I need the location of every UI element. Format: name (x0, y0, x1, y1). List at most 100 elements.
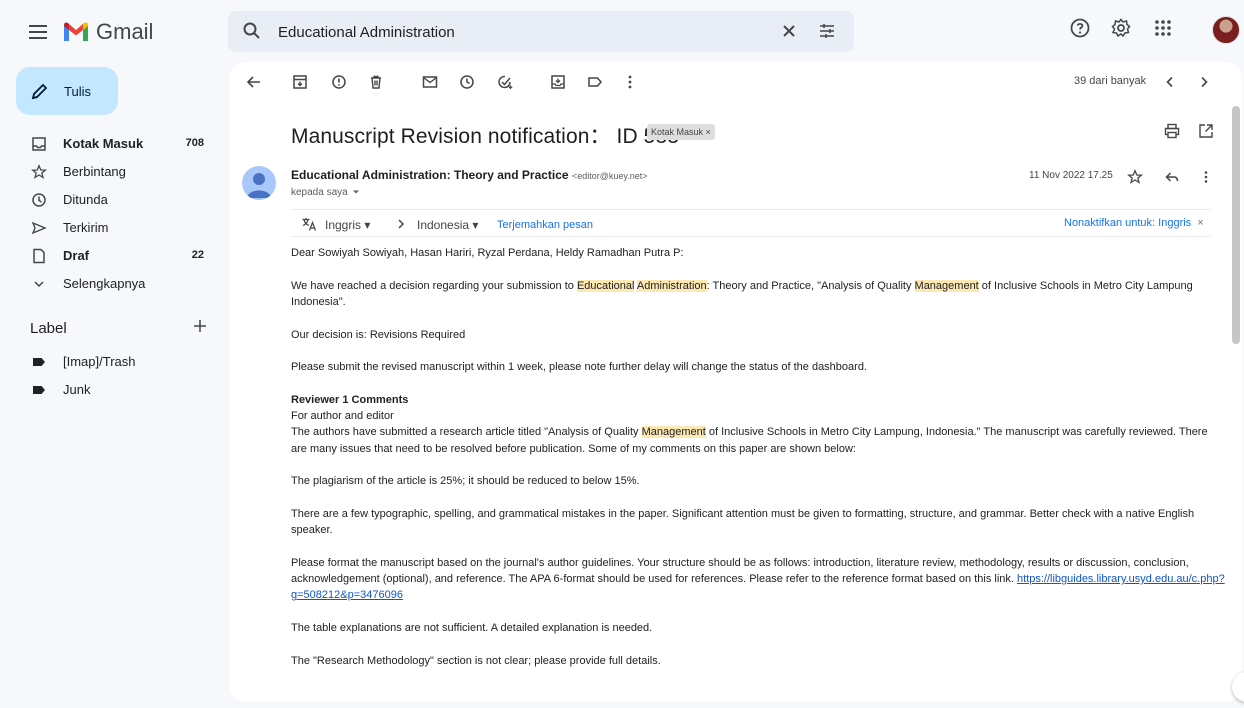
email-date: 11 Nov 2022 17.25 (1029, 170, 1113, 181)
close-icon[interactable]: × (1197, 217, 1203, 229)
pagination-text: 39 dari banyak (1074, 75, 1147, 87)
app-name: Gmail (96, 19, 154, 44)
method-comment: The "Research Methodology" section is no… (291, 654, 661, 667)
submit-text: Please submit the revised manuscript wit… (291, 361, 867, 374)
add-label-icon[interactable] (192, 318, 208, 334)
disable-translation-link[interactable]: Nonaktifkan untuk: Inggris × (1064, 217, 1204, 229)
sender-name: Educational Administration: Theory and P… (291, 168, 569, 182)
clock-icon (31, 192, 47, 208)
label-item-junk[interactable]: Junk (0, 376, 220, 404)
sidebar-item-starred[interactable]: Berbintang (0, 158, 220, 186)
draft-icon (31, 248, 47, 264)
sidebar-item-inbox[interactable]: Kotak Masuk 708 (0, 130, 220, 158)
for-author-text: For author and editor (291, 410, 394, 423)
greeting: Dear Sowiyah Sowiyah, Hasan Hariri, Ryza… (291, 247, 684, 259)
labels-heading: Label (30, 320, 67, 337)
back-arrow-icon[interactable] (245, 73, 263, 91)
scrollbar-thumb[interactable] (1232, 106, 1240, 344)
target-language: Indonesia (417, 218, 470, 232)
sidebar-item-label: Terkirim (63, 220, 109, 235)
search-input[interactable] (278, 21, 758, 43)
plagiarism-comment: The plagiarism of the article is 25%; it… (291, 475, 640, 488)
disable-translation-text: Nonaktifkan untuk: Inggris (1064, 217, 1192, 229)
sidebar-item-label: Selengkapnya (63, 276, 146, 291)
inbox-label-chip[interactable]: Kotak Masuk × (647, 124, 715, 140)
more-vert-icon[interactable] (1198, 169, 1214, 185)
star-icon (31, 164, 47, 180)
reviewer-heading: Reviewer 1 Comments (291, 394, 409, 407)
table-comment: The table explanations are not sufficien… (291, 622, 653, 635)
account-avatar[interactable] (1212, 16, 1240, 44)
source-language: Inggris (325, 218, 362, 232)
sidebar-item-label: Kotak Masuk (63, 136, 144, 151)
apps-grid-icon[interactable] (1152, 17, 1174, 39)
label-tag-icon (31, 354, 47, 370)
search-options-icon[interactable] (818, 22, 836, 40)
archive-icon[interactable] (291, 73, 309, 91)
delete-icon[interactable] (367, 73, 385, 91)
message-view: 39 dari banyak Manuscript Revision notif… (229, 62, 1242, 702)
sender-info[interactable]: Educational Administration: Theory and P… (291, 168, 647, 182)
decision-text: Our decision is: Revisions Required (291, 328, 466, 341)
more-vert-icon[interactable] (621, 73, 639, 91)
sidebar-nav: Kotak Masuk 708 Berbintang Ditunda Terki… (0, 130, 220, 298)
translate-bar: Inggris ▾ Indonesia ▾ Terjemahkan pesan … (291, 209, 1211, 237)
format-comment: Please format the manuscript based on th… (291, 556, 1225, 602)
sender-email: <editor@kuey.net> (571, 171, 648, 181)
target-language-select[interactable]: Indonesia ▾ (417, 218, 478, 232)
chevron-down-icon (31, 276, 47, 292)
open-new-window-icon[interactable] (1197, 122, 1215, 140)
chevron-right-icon (395, 218, 407, 230)
decision-paragraph: We have reached a decision regarding you… (291, 279, 1193, 308)
add-task-icon[interactable] (496, 73, 514, 91)
main-menu-icon[interactable] (26, 20, 50, 44)
search-bar (228, 11, 854, 52)
recipient-text: kepada saya (291, 187, 348, 198)
snooze-icon[interactable] (458, 73, 476, 91)
email-subject: Manuscript Revision notification： ID 533 (291, 125, 680, 148)
translate-message-link[interactable]: Terjemahkan pesan (497, 219, 593, 231)
review-summary: The authors have submitted a research ar… (291, 426, 1208, 455)
settings-icon[interactable] (1110, 17, 1132, 39)
move-to-icon[interactable] (549, 73, 567, 91)
mark-unread-icon[interactable] (421, 73, 439, 91)
sidebar-item-label: Draf (63, 248, 90, 263)
newer-chevron-icon[interactable] (1161, 73, 1179, 91)
help-icon[interactable] (1069, 17, 1091, 39)
older-chevron-icon[interactable] (1195, 73, 1213, 91)
send-icon (31, 220, 47, 236)
labels-list: [Imap]/Trash Junk (0, 348, 220, 404)
recipient-details[interactable]: kepada saya (291, 187, 361, 198)
sidebar-item-drafts[interactable]: Draf 22 (0, 242, 220, 270)
star-icon[interactable] (1127, 169, 1143, 185)
sidebar-item-more[interactable]: Selengkapnya (0, 270, 220, 298)
sidebar-item-snoozed[interactable]: Ditunda (0, 186, 220, 214)
report-spam-icon[interactable] (330, 73, 348, 91)
print-icon[interactable] (1163, 122, 1181, 140)
label-tag-icon (31, 382, 47, 398)
compose-button[interactable]: Tulis (16, 67, 118, 115)
reply-icon[interactable] (1164, 169, 1180, 185)
label-item-text: Junk (63, 382, 91, 397)
label-icon[interactable] (586, 73, 604, 91)
label-item-text: [Imap]/Trash (63, 354, 136, 369)
top-bar: Gmail (0, 0, 1244, 62)
source-language-select[interactable]: Inggris ▾ (325, 218, 370, 232)
sender-avatar[interactable] (242, 166, 276, 200)
typo-comment: There are a few typographic, spelling, a… (291, 508, 1195, 537)
sidebar-item-sent[interactable]: Terkirim (0, 214, 220, 242)
inbox-icon (31, 136, 47, 152)
sidebar-item-count: 708 (185, 137, 204, 149)
pencil-icon (31, 83, 48, 100)
sidebar-item-count: 22 (191, 249, 204, 261)
translate-icon (301, 216, 317, 232)
gmail-m-icon (64, 22, 88, 41)
email-body: Dear Sowiyah Sowiyah, Hasan Hariri, Ryza… (291, 245, 1226, 685)
clear-search-icon[interactable] (780, 22, 798, 40)
label-item-imap-trash[interactable]: [Imap]/Trash (0, 348, 220, 376)
sidebar-item-label: Ditunda (63, 192, 108, 207)
gmail-logo[interactable]: Gmail (62, 19, 153, 45)
compose-label: Tulis (64, 83, 91, 99)
search-icon[interactable] (242, 21, 262, 41)
caret-down-icon (351, 187, 361, 197)
